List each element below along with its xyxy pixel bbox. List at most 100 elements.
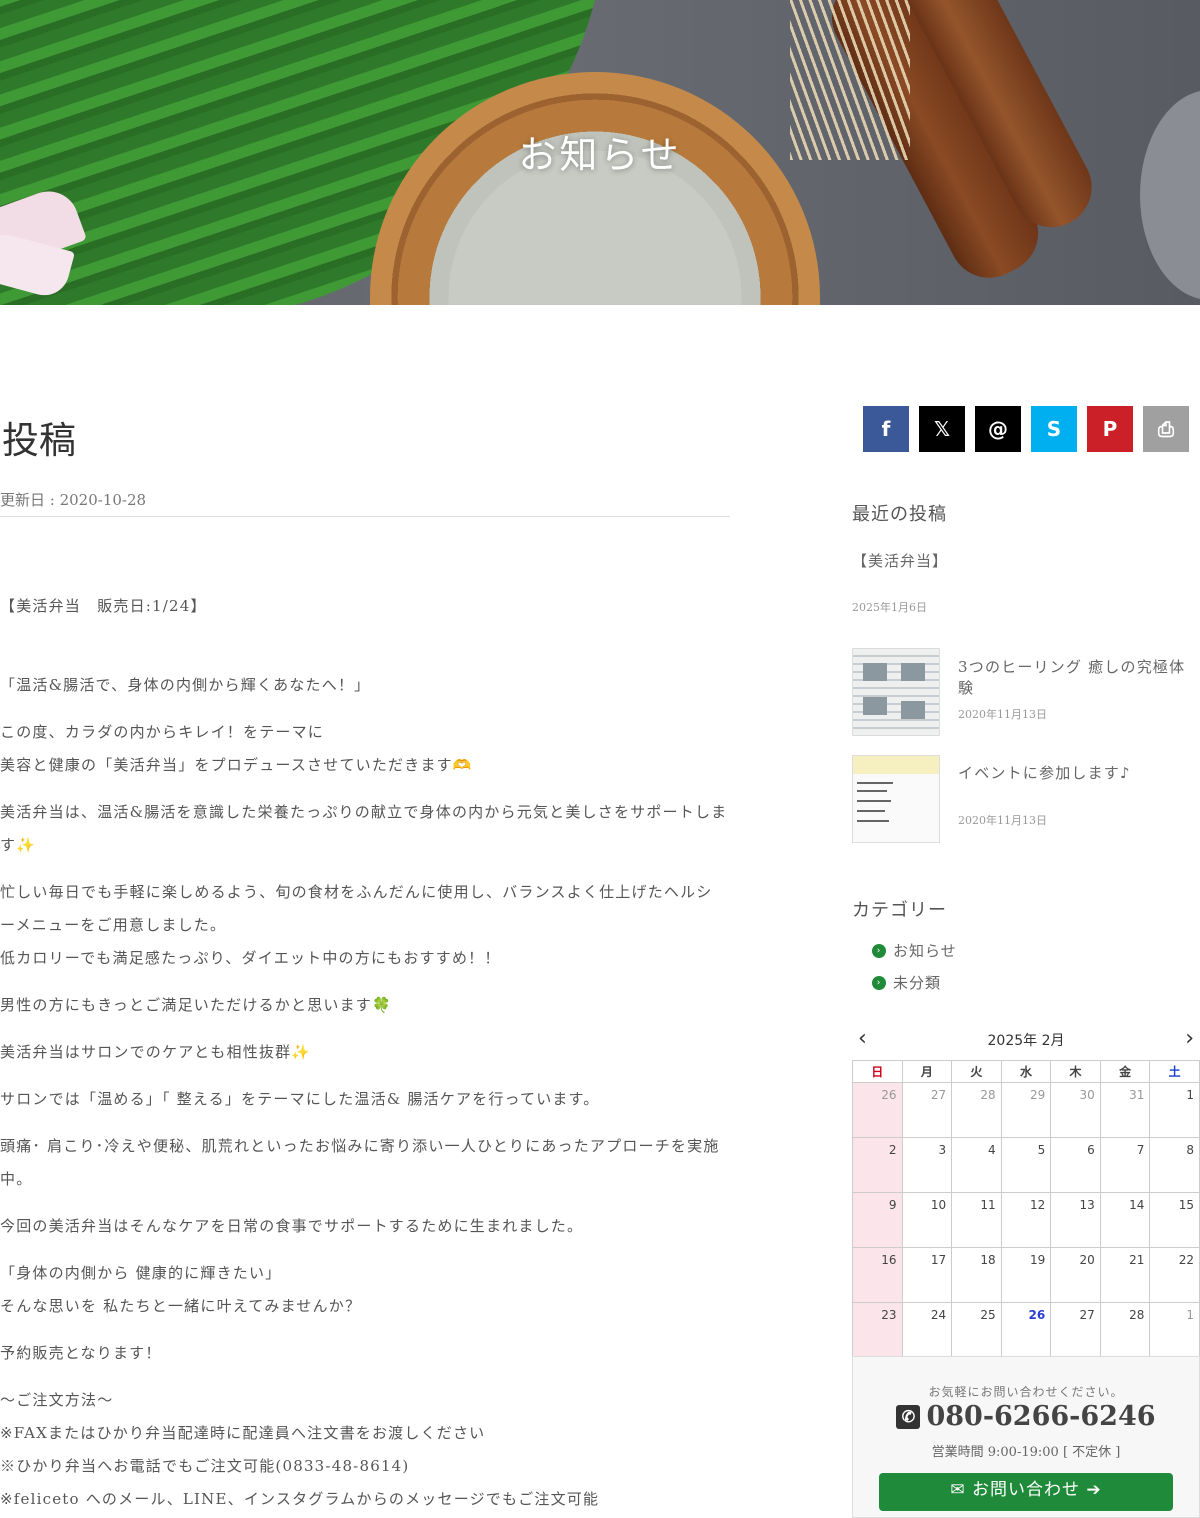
- post-body: 【美活弁当 販売日:1/24】 「温活&腸活で、身体の内側から輝くあなたへ！」 …: [0, 590, 730, 1516]
- calendar-day[interactable]: 8: [1149, 1137, 1200, 1193]
- print-button[interactable]: ⎙: [1143, 406, 1189, 452]
- calendar-day[interactable]: 31: [1099, 1082, 1151, 1138]
- contact-button-label: お問い合わせ: [972, 1480, 1080, 1500]
- phone-icon: ✆: [896, 1405, 921, 1429]
- calendar-day[interactable]: 1: [1149, 1302, 1200, 1358]
- calendar-day[interactable]: 27: [1050, 1302, 1101, 1358]
- calendar-day[interactable]: 13: [1050, 1192, 1101, 1248]
- contact-box: お気軽にお問い合わせください。 ✆ 080-6266-6246 営業時間 9:00…: [852, 1356, 1200, 1518]
- calendar-day[interactable]: 28: [951, 1082, 1002, 1138]
- calendar-day[interactable]: 5: [1000, 1137, 1052, 1193]
- weekday-mon: 月: [901, 1060, 953, 1083]
- calendar-day[interactable]: 15: [1149, 1192, 1200, 1248]
- post-paragraph: 美活弁当はサロンでのケアとも相性抜群✨: [0, 1043, 312, 1061]
- calendar-day[interactable]: 14: [1099, 1192, 1151, 1248]
- calendar-day[interactable]: 12: [1000, 1192, 1052, 1248]
- calendar-day[interactable]: 10: [901, 1192, 953, 1248]
- calendar-day[interactable]: 26: [852, 1082, 903, 1138]
- calendar-day[interactable]: 19: [1000, 1247, 1052, 1303]
- post-paragraph: 「身体の内側から 健康的に輝きたい」: [0, 1264, 282, 1282]
- calendar-day[interactable]: 6: [1050, 1137, 1101, 1193]
- post-thumbnail[interactable]: [852, 755, 940, 843]
- post-paragraph: そんな思いを 私たちと一緒に叶えてみませんか？: [0, 1297, 362, 1315]
- weekday-wed: 水: [1000, 1060, 1052, 1083]
- categories-heading: カテゴリー: [852, 900, 947, 921]
- post-paragraph: 中。: [0, 1170, 33, 1188]
- post-paragraph: サロンでは「温める」「 整える」をテーマにした温活& 腸活ケアを行っています。: [0, 1090, 600, 1108]
- facebook-share-button[interactable]: f: [863, 406, 909, 452]
- contact-tagline: お気軽にお問い合わせください。: [928, 1385, 1124, 1399]
- calendar-day[interactable]: 2: [852, 1137, 903, 1193]
- contact-phone[interactable]: ✆ 080-6266-6246: [853, 1401, 1199, 1432]
- recent-post-date: 2025年1月6日: [852, 601, 927, 614]
- chevron-right-icon: ›: [872, 975, 886, 990]
- hero-title: お知らせ: [518, 133, 682, 177]
- post-thumbnail[interactable]: [852, 648, 940, 736]
- weekday-sun: 日: [852, 1060, 903, 1083]
- post-paragraph: 忙しい毎日でも手軽に楽しめるよう、旬の食材をふんだんに使用し、バランスよく仕上げ…: [0, 883, 713, 901]
- post-paragraph: 男性の方にもきっとご満足いただけるかと思います🍀: [0, 996, 392, 1014]
- post-paragraph: 「温活&腸活で、身体の内側から輝くあなたへ！」: [0, 676, 371, 694]
- post-paragraph: 今回の美活弁当はそんなケアを日常の食事でサポートするために生まれました。: [0, 1217, 584, 1235]
- threads-share-button[interactable]: @: [975, 406, 1021, 452]
- calendar-title: 2025年 2月: [987, 1033, 1065, 1049]
- post-paragraph: ※ひかり弁当へお電話でもご注文可能(0833-48-8614): [0, 1457, 410, 1475]
- recent-post-link[interactable]: 【美活弁当】: [852, 550, 948, 571]
- category-link[interactable]: › お知らせ: [872, 940, 957, 961]
- category-link[interactable]: › 未分類: [872, 972, 941, 993]
- post-paragraph: この度、カラダの内からキレイ！をテーマに: [0, 723, 325, 741]
- calendar-day[interactable]: 9: [852, 1192, 903, 1248]
- post-paragraph: 頭痛･ 肩こり･冷えや便秘、肌荒れといったお悩みに寄り添い一人ひとりにあったアプ…: [0, 1137, 720, 1155]
- chevron-right-icon: ›: [872, 943, 886, 958]
- calendar-day[interactable]: 21: [1099, 1247, 1151, 1303]
- calendar-day[interactable]: 7: [1099, 1137, 1151, 1193]
- calendar-header: ‹ 2025年 2月 ›: [852, 1026, 1200, 1054]
- arrow-circle-icon: ➔: [1080, 1480, 1102, 1500]
- mail-icon: ✉: [950, 1480, 972, 1500]
- recent-post-date: 2020年11月13日: [958, 708, 1047, 721]
- pinterest-share-button[interactable]: P: [1087, 406, 1133, 452]
- hero-banner: お知らせ: [0, 0, 1200, 305]
- post-paragraph: 予約販売となります！: [0, 1344, 162, 1362]
- calendar-day[interactable]: 20: [1050, 1247, 1101, 1303]
- recent-post-link[interactable]: 3つのヒーリング 癒しの究極体験: [958, 656, 1200, 698]
- calendar-day[interactable]: 17: [901, 1247, 953, 1303]
- post-paragraph: 低カロリーでも満足感たっぷり、ダイエット中の方にもおすすめ！！: [0, 949, 501, 967]
- page-title: 投稿: [2, 419, 76, 462]
- divider: [0, 516, 730, 517]
- calendar-day[interactable]: 25: [951, 1302, 1002, 1358]
- calendar-day[interactable]: 30: [1050, 1082, 1101, 1138]
- weekday-tue: 火: [951, 1060, 1002, 1083]
- chevron-right-icon[interactable]: ›: [1185, 1026, 1194, 1051]
- contact-button[interactable]: ✉ お問い合わせ ➔: [879, 1473, 1173, 1511]
- recent-post-date: 2020年11月13日: [958, 814, 1047, 827]
- category-label: 未分類: [893, 974, 942, 992]
- updated-date: 更新日 : 2020-10-28: [0, 491, 147, 509]
- skype-share-button[interactable]: S: [1031, 406, 1077, 452]
- post-paragraph: 【美活弁当 販売日:1/24】: [0, 597, 207, 615]
- calendar-day[interactable]: 22: [1149, 1247, 1200, 1303]
- recent-posts-heading: 最近の投稿: [852, 504, 947, 525]
- business-hours: 営業時間 9:00-19:00 [ 不定休 ]: [931, 1445, 1121, 1460]
- x-share-button[interactable]: 𝕏: [919, 406, 965, 452]
- calendar-day[interactable]: 16: [852, 1247, 903, 1303]
- weekday-thu: 木: [1050, 1060, 1101, 1083]
- post-paragraph: ーメニューをご用意しました。: [0, 916, 227, 934]
- calendar-day[interactable]: 3: [901, 1137, 953, 1193]
- calendar-day[interactable]: 11: [951, 1192, 1002, 1248]
- calendar-day[interactable]: 28: [1099, 1302, 1151, 1358]
- calendar-day[interactable]: 24: [901, 1302, 953, 1358]
- post-paragraph: 美容と健康の「美活弁当」をプロデュースさせていただきます🫶: [0, 756, 473, 774]
- calendar-day[interactable]: 29: [1000, 1082, 1052, 1138]
- post-paragraph: 〜ご注文方法〜: [0, 1391, 114, 1409]
- calendar-day[interactable]: 1: [1149, 1082, 1200, 1138]
- stone-image: [1140, 90, 1200, 300]
- calendar-day[interactable]: 18: [951, 1247, 1002, 1303]
- calendar-day[interactable]: 27: [901, 1082, 953, 1138]
- calendar-day-today[interactable]: 26: [1000, 1302, 1052, 1358]
- post-paragraph: 美活弁当は、温活&腸活を意識した栄養たっぷりの献立で身体の内から元気と美しさをサ…: [0, 803, 728, 821]
- calendar-day[interactable]: 23: [852, 1302, 903, 1358]
- recent-post-link[interactable]: イベントに参加します♪: [958, 762, 1131, 783]
- calendar-day[interactable]: 4: [951, 1137, 1002, 1193]
- calendar: 日 月 火 水 木 金 土 26 27 28 29 30 31 1 2 3 4 …: [852, 1060, 1200, 1358]
